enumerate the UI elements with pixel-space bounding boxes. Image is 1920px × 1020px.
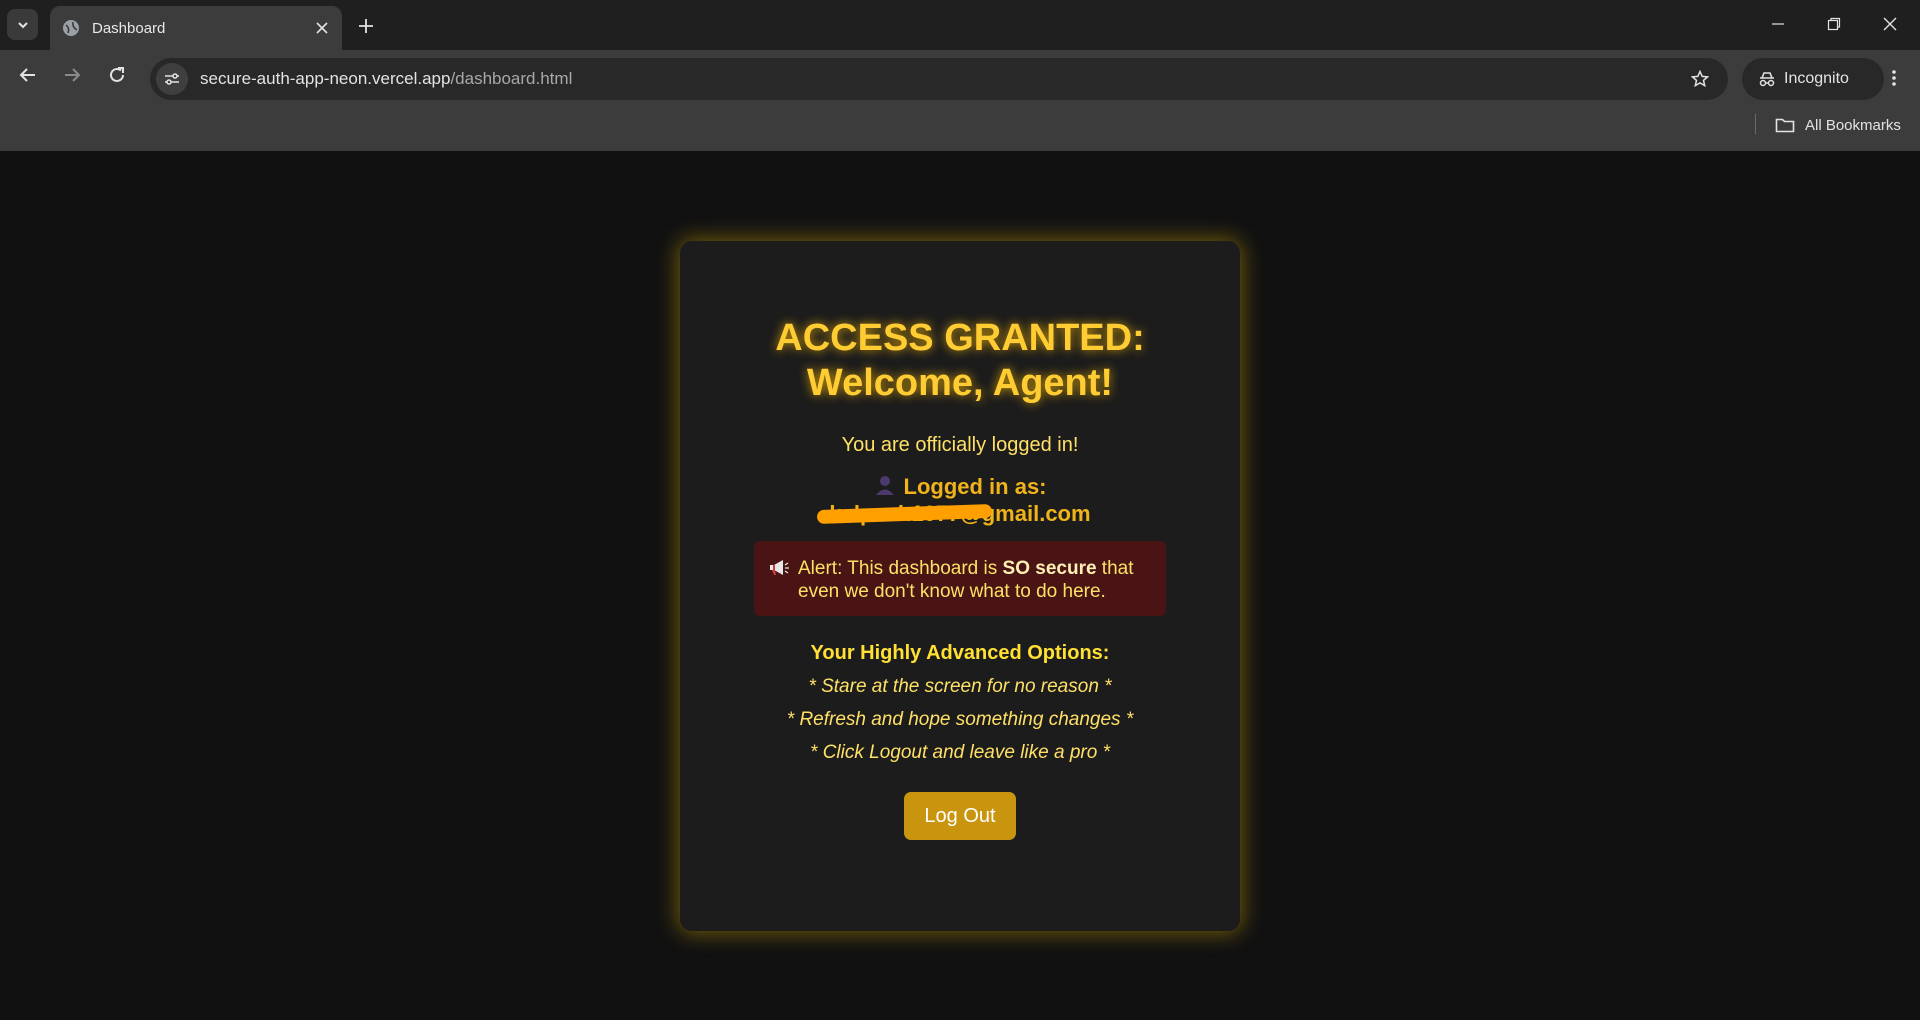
title-line-1: ACCESS GRANTED: <box>775 317 1145 359</box>
title-line-2: Welcome, Agent! <box>806 362 1114 404</box>
close-window-icon[interactable] <box>1862 0 1918 48</box>
restore-icon[interactable] <box>1806 0 1862 48</box>
back-icon[interactable] <box>12 59 44 91</box>
tab-strip: Dashboard <box>0 0 1920 50</box>
address-bar[interactable]: secure-auth-app-neon.vercel.app/dashboar… <box>150 58 1728 100</box>
all-bookmarks-label: All Bookmarks <box>1805 116 1901 134</box>
tab-dashboard[interactable]: Dashboard <box>50 6 342 50</box>
star-icon[interactable] <box>1684 63 1716 95</box>
url-path: /dashboard.html <box>450 69 573 88</box>
options-title: Your Highly Advanced Options: <box>810 642 1110 664</box>
alert-emphasis: SO secure <box>1002 558 1097 579</box>
tab-search-button[interactable] <box>7 9 38 40</box>
reload-icon[interactable] <box>101 59 133 91</box>
forward-icon[interactable] <box>56 59 88 91</box>
logged-in-info: Logged in as: kalpesh1077@gmail.com <box>680 473 1240 527</box>
plus-icon[interactable] <box>352 12 380 40</box>
more-icon[interactable] <box>1878 62 1910 94</box>
close-icon[interactable] <box>310 16 334 40</box>
incognito-icon <box>1759 72 1775 87</box>
all-bookmarks-button[interactable]: All Bookmarks <box>1775 112 1901 138</box>
logged-in-label: Logged in as: <box>903 474 1047 499</box>
toolbar: secure-auth-app-neon.vercel.app/dashboar… <box>0 50 1920 100</box>
option-item: * Refresh and hope something changes * <box>786 709 1134 730</box>
option-item: * Stare at the screen for no reason * <box>808 676 1112 697</box>
globe-icon <box>62 19 80 37</box>
incognito-label: Incognito <box>1784 70 1849 87</box>
user-icon <box>875 476 894 495</box>
bookmarks-separator <box>1755 114 1756 134</box>
incognito-indicator[interactable]: Incognito <box>1742 58 1884 100</box>
folder-icon <box>1775 118 1795 133</box>
tab-title: Dashboard <box>92 19 166 37</box>
bookmarks-bar: All Bookmarks <box>0 100 1920 151</box>
logout-button[interactable]: Log Out <box>904 792 1016 840</box>
alert-box: Alert: This dashboard is SO secure that … <box>754 541 1166 616</box>
login-status: You are officially logged in! <box>841 434 1079 456</box>
option-item: * Click Logout and leave like a pro * <box>810 742 1110 763</box>
url-host: secure-auth-app-neon.vercel.app <box>200 69 451 88</box>
url-text: secure-auth-app-neon.vercel.app/dashboar… <box>200 69 1684 89</box>
page-title: ACCESS GRANTED: Welcome, Agent! <box>680 316 1240 406</box>
dashboard-card: ACCESS GRANTED: Welcome, Agent! You are … <box>680 241 1240 931</box>
site-info-icon[interactable] <box>156 63 188 95</box>
alert-prefix: Alert: This dashboard is <box>798 558 1003 579</box>
minimize-icon[interactable] <box>1750 0 1806 48</box>
megaphone-icon <box>770 560 789 575</box>
page-viewport: ACCESS GRANTED: Welcome, Agent! You are … <box>0 151 1920 1020</box>
chevron-down-icon <box>17 21 28 28</box>
